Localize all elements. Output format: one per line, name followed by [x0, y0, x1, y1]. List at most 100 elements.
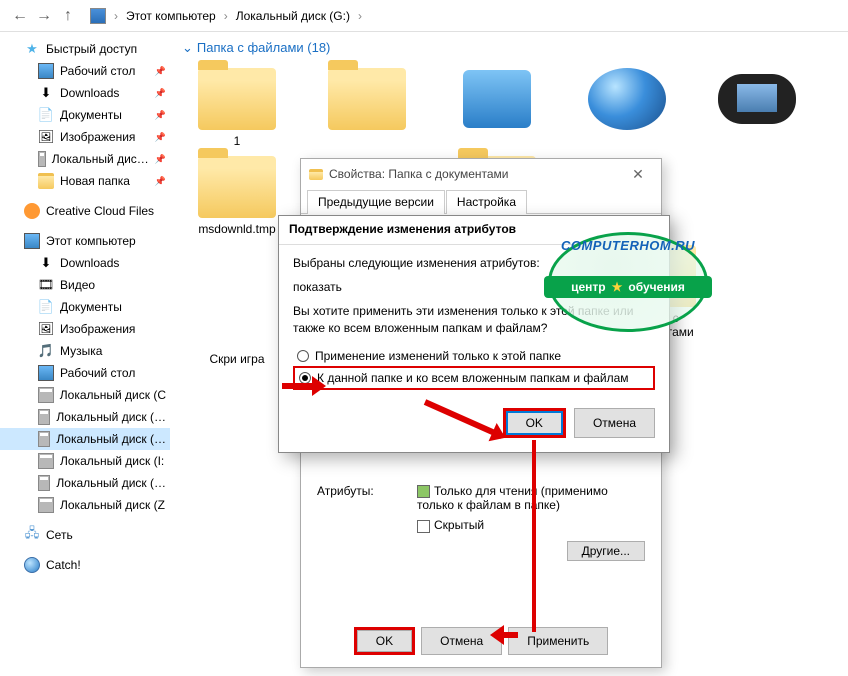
downloads-icon: ⬇ [38, 255, 54, 271]
up-button[interactable]: ↑ [56, 4, 80, 28]
drive-icon [38, 497, 54, 513]
cc-icon [24, 203, 40, 219]
group-header[interactable]: ⌄Папка с файлами (18) [182, 40, 836, 56]
breadcrumb-item[interactable]: Этот компьютер [126, 9, 216, 23]
sidebar-documents[interactable]: 📄Документы📌 [0, 104, 170, 126]
folder-item[interactable] [442, 68, 552, 148]
drive-icon [38, 431, 50, 447]
custom-folder-icon [458, 68, 536, 130]
checkbox-icon [417, 485, 430, 498]
drive-icon [38, 387, 54, 403]
props-ok-button[interactable]: OK [357, 630, 412, 652]
radio-this-folder-only[interactable]: Применение изменений только к этой папке [293, 346, 655, 366]
radio-icon [297, 350, 309, 362]
confirm-cancel-button[interactable]: Отмена [574, 408, 655, 438]
sidebar-creative-cloud[interactable]: Creative Cloud Files [0, 200, 170, 222]
documents-icon: 📄 [38, 299, 54, 315]
folder-icon [198, 68, 276, 130]
sidebar-desktop[interactable]: Рабочий стол📌 [0, 60, 170, 82]
pin-icon: 📌 [155, 66, 166, 77]
sidebar-drive-j[interactable]: Локальный диск (… [0, 472, 170, 494]
tab-settings[interactable]: Настройка [446, 190, 527, 214]
dialog-titlebar[interactable]: Свойства: Папка с документами ✕ [301, 159, 661, 189]
sidebar-downloads[interactable]: ⬇Downloads📌 [0, 82, 170, 104]
pictures-icon: 🖼 [38, 129, 54, 145]
documents-icon: 📄 [38, 107, 54, 123]
pc-icon [24, 233, 40, 249]
sidebar-new-folder[interactable]: Новая папка📌 [0, 170, 170, 192]
desktop-icon [38, 63, 54, 79]
hidden-checkbox-row[interactable]: Скрытый [417, 518, 645, 532]
radio-folder-and-contents[interactable]: К данной папке и ко всем вложенным папка… [293, 366, 655, 390]
folder-icon [328, 68, 406, 130]
pin-icon: 📌 [155, 88, 166, 99]
sidebar-music[interactable]: 🎵Музыка [0, 340, 170, 362]
confirm-text: Вы хотите применить эти изменения только… [293, 303, 655, 335]
address-bar: ← → ↑ › Этот компьютер › Локальный диск … [0, 0, 848, 32]
confirm-dialog: Подтверждение изменения атрибутов Выбран… [278, 215, 670, 453]
custom-folder-icon [718, 68, 796, 130]
drive-icon [38, 409, 50, 425]
videos-icon: 🎞 [38, 277, 54, 293]
radio-icon [299, 372, 311, 384]
music-icon: 🎵 [38, 343, 54, 359]
sidebar-catch[interactable]: Catch! [0, 554, 170, 576]
drive-icon [38, 453, 54, 469]
sidebar-videos[interactable]: 🎞Видео [0, 274, 170, 296]
checkbox-icon [417, 520, 430, 533]
folder-icon [38, 173, 54, 189]
sidebar-downloads2[interactable]: ⬇Downloads [0, 252, 170, 274]
breadcrumb[interactable]: › Этот компьютер › Локальный диск (G:) › [90, 8, 366, 24]
folder-item[interactable] [572, 68, 682, 148]
folder-icon [309, 169, 323, 180]
confirm-text: Выбраны следующие изменения атрибутов: [293, 255, 655, 271]
sidebar-drive-i[interactable]: Локальный диск (I: [0, 450, 170, 472]
sidebar-pictures[interactable]: 🖼Изображения📌 [0, 126, 170, 148]
props-apply-button[interactable]: Применить [508, 627, 608, 655]
back-button[interactable]: ← [8, 4, 32, 28]
readonly-checkbox-row[interactable]: Только для чтения (применимо только к фа… [417, 484, 645, 512]
sidebar-drive-c[interactable]: Локальный диск (C [0, 384, 170, 406]
sidebar-pictures2[interactable]: 🖼Изображения [0, 318, 170, 340]
pictures-icon: 🖼 [38, 321, 54, 337]
attributes-label: Атрибуты: [317, 484, 407, 498]
pin-icon: 📌 [155, 110, 166, 121]
downloads-icon: ⬇ [38, 85, 54, 101]
sidebar-drive-z[interactable]: Локальный диск (Z [0, 494, 170, 516]
annotation-arrow [494, 632, 518, 638]
close-button[interactable]: ✕ [623, 166, 653, 183]
folder-item[interactable]: Скри игра [182, 348, 292, 366]
folder-item[interactable] [702, 68, 812, 148]
sidebar-network[interactable]: 🖧Сеть [0, 524, 170, 546]
annotation-arrow [282, 383, 322, 389]
sidebar-desktop2[interactable]: Рабочий стол [0, 362, 170, 384]
catch-icon [24, 557, 40, 573]
pin-icon: 📌 [155, 176, 166, 187]
forward-button[interactable]: → [32, 4, 56, 28]
folder-item[interactable]: msdownld.tmp [182, 156, 292, 236]
pc-icon [90, 8, 106, 24]
sidebar-drive-g[interactable]: Локальный диск (… [0, 428, 170, 450]
tab-previous-versions[interactable]: Предыдущие версии [307, 190, 445, 214]
sidebar-local-disk[interactable]: Локальный дис…📌 [0, 148, 170, 170]
folder-item[interactable] [312, 68, 422, 148]
confirm-title: Подтверждение изменения атрибутов [279, 216, 669, 245]
custom-folder-icon [588, 68, 666, 130]
star-icon: ★ [24, 41, 40, 57]
other-button[interactable]: Другие... [567, 541, 645, 561]
annotation-line [532, 440, 536, 632]
tabs: Предыдущие версии Настройка [301, 189, 661, 214]
highlight-box: OK [354, 627, 415, 655]
network-icon: 🖧 [24, 527, 40, 543]
drive-icon [38, 475, 50, 491]
sidebar-drive-d[interactable]: Локальный диск (… [0, 406, 170, 428]
drive-icon [38, 151, 46, 167]
sidebar-this-pc[interactable]: Этот компьютер [0, 230, 170, 252]
breadcrumb-item[interactable]: Локальный диск (G:) [236, 9, 350, 23]
quick-access[interactable]: ★Быстрый доступ [0, 38, 170, 60]
folder-item[interactable]: 1 [182, 68, 292, 148]
sidebar-documents2[interactable]: 📄Документы [0, 296, 170, 318]
pin-icon: 📌 [155, 154, 166, 165]
confirm-changes: показать [293, 279, 655, 295]
desktop-icon [38, 365, 54, 381]
